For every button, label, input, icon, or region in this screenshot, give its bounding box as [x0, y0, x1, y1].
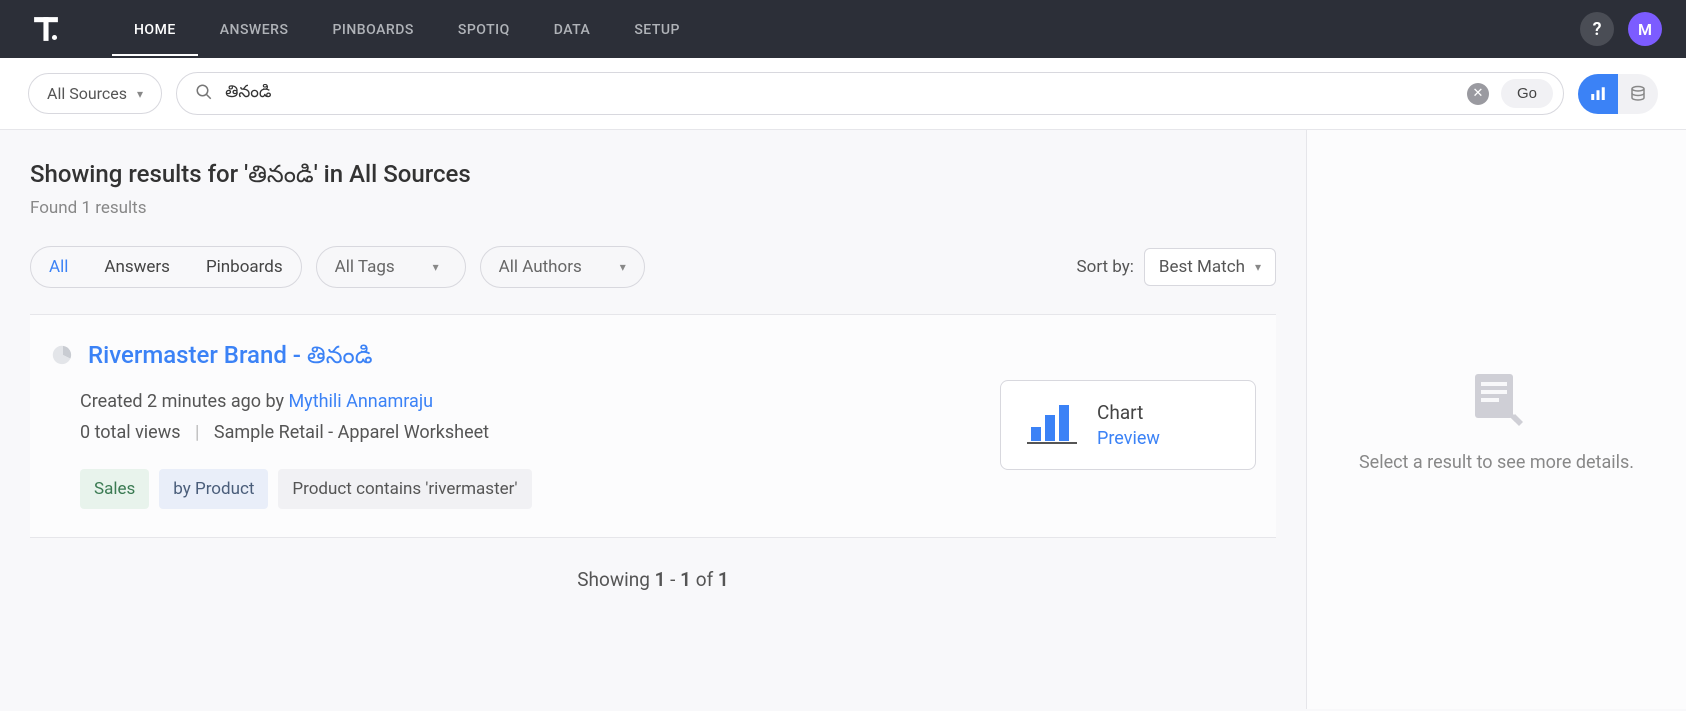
pie-chart-icon [52, 344, 74, 372]
type-tabs: All Answers Pinboards [30, 246, 302, 288]
source-dropdown[interactable]: All Sources ▾ [28, 73, 162, 114]
clear-search-button[interactable]: ✕ [1467, 83, 1489, 105]
document-placeholder-icon [1465, 366, 1529, 434]
tags-dropdown[interactable]: All Tags ▾ [316, 246, 466, 288]
nav-answers[interactable]: ANSWERS [198, 2, 311, 56]
preview-type-label: Chart [1097, 401, 1160, 424]
result-info: 0 total views | Sample Retail - Apparel … [80, 422, 986, 443]
result-card[interactable]: Rivermaster Brand - తినండి Created 2 min… [30, 314, 1276, 538]
result-title[interactable]: Rivermaster Brand - తినండి [52, 341, 986, 375]
filters-row: All Answers Pinboards All Tags ▾ All Aut… [30, 246, 1306, 288]
results-area: Showing results for 'తినండి' in All Sour… [0, 130, 1306, 709]
preview-link[interactable]: Preview [1097, 428, 1160, 449]
result-chips: Sales by Product Product contains 'river… [80, 469, 986, 509]
search-input[interactable] [225, 84, 1455, 104]
tab-all[interactable]: All [31, 247, 86, 287]
chevron-down-icon: ▾ [620, 260, 626, 274]
chevron-down-icon: ▾ [137, 87, 143, 101]
source-dropdown-label: All Sources [47, 84, 127, 103]
results-title: Showing results for 'తినండి' in All Sour… [30, 160, 1306, 194]
result-preview-card: Chart Preview [1000, 380, 1256, 470]
tags-dropdown-label: All Tags [335, 257, 395, 277]
user-avatar[interactable]: M [1628, 12, 1662, 46]
search-bar: All Sources ▾ ✕ Go [0, 58, 1686, 130]
result-worksheet: Sample Retail - Apparel Worksheet [214, 422, 489, 443]
created-label: Created 2 minutes ago by [80, 391, 284, 412]
chart-bar-icon [1589, 85, 1607, 103]
authors-dropdown-label: All Authors [499, 257, 582, 277]
chevron-down-icon: ▾ [1255, 260, 1261, 274]
database-icon [1629, 85, 1647, 103]
chevron-down-icon: ▾ [433, 260, 439, 274]
tab-answers[interactable]: Answers [86, 247, 188, 287]
data-mode-button[interactable] [1618, 74, 1658, 114]
close-icon: ✕ [1473, 86, 1484, 101]
result-meta: Created 2 minutes ago by Mythili Annamra… [80, 391, 986, 412]
result-views: 0 total views [80, 422, 181, 443]
chip-filter: Product contains 'rivermaster' [278, 469, 531, 509]
go-button[interactable]: Go [1501, 79, 1553, 108]
nav-setup[interactable]: SETUP [612, 2, 702, 56]
results-count: Found 1 results [30, 198, 1306, 218]
sort-dropdown-value: Best Match [1159, 257, 1245, 277]
view-mode-toggle [1578, 74, 1658, 114]
nav-pinboards[interactable]: PINBOARDS [310, 2, 435, 56]
search-box: ✕ Go [176, 72, 1564, 115]
top-nav: HOME ANSWERS PINBOARDS SPOTIQ DATA SETUP… [0, 0, 1686, 58]
details-panel-message: Select a result to see more details. [1359, 452, 1634, 473]
chart-bar-icon [1027, 401, 1077, 449]
help-button[interactable]: ? [1580, 12, 1614, 46]
chip-sales: Sales [80, 469, 149, 509]
sort-dropdown[interactable]: Best Match ▾ [1144, 248, 1276, 286]
result-author[interactable]: Mythili Annamraju [288, 391, 433, 412]
result-title-text: Rivermaster Brand - తినండి [88, 341, 372, 375]
chart-mode-button[interactable] [1578, 74, 1618, 114]
pagination: Showing 1 - 1 of 1 [30, 538, 1276, 621]
nav-spotiq[interactable]: SPOTIQ [436, 2, 532, 56]
app-logo[interactable] [26, 9, 66, 49]
nav-data[interactable]: DATA [532, 2, 613, 56]
chip-by-product: by Product [159, 469, 268, 509]
nav-home[interactable]: HOME [112, 2, 198, 56]
authors-dropdown[interactable]: All Authors ▾ [480, 246, 645, 288]
details-panel: Select a result to see more details. [1306, 130, 1686, 709]
search-icon [195, 83, 213, 105]
sort-label: Sort by: [1077, 257, 1134, 277]
tab-pinboards[interactable]: Pinboards [188, 247, 301, 287]
